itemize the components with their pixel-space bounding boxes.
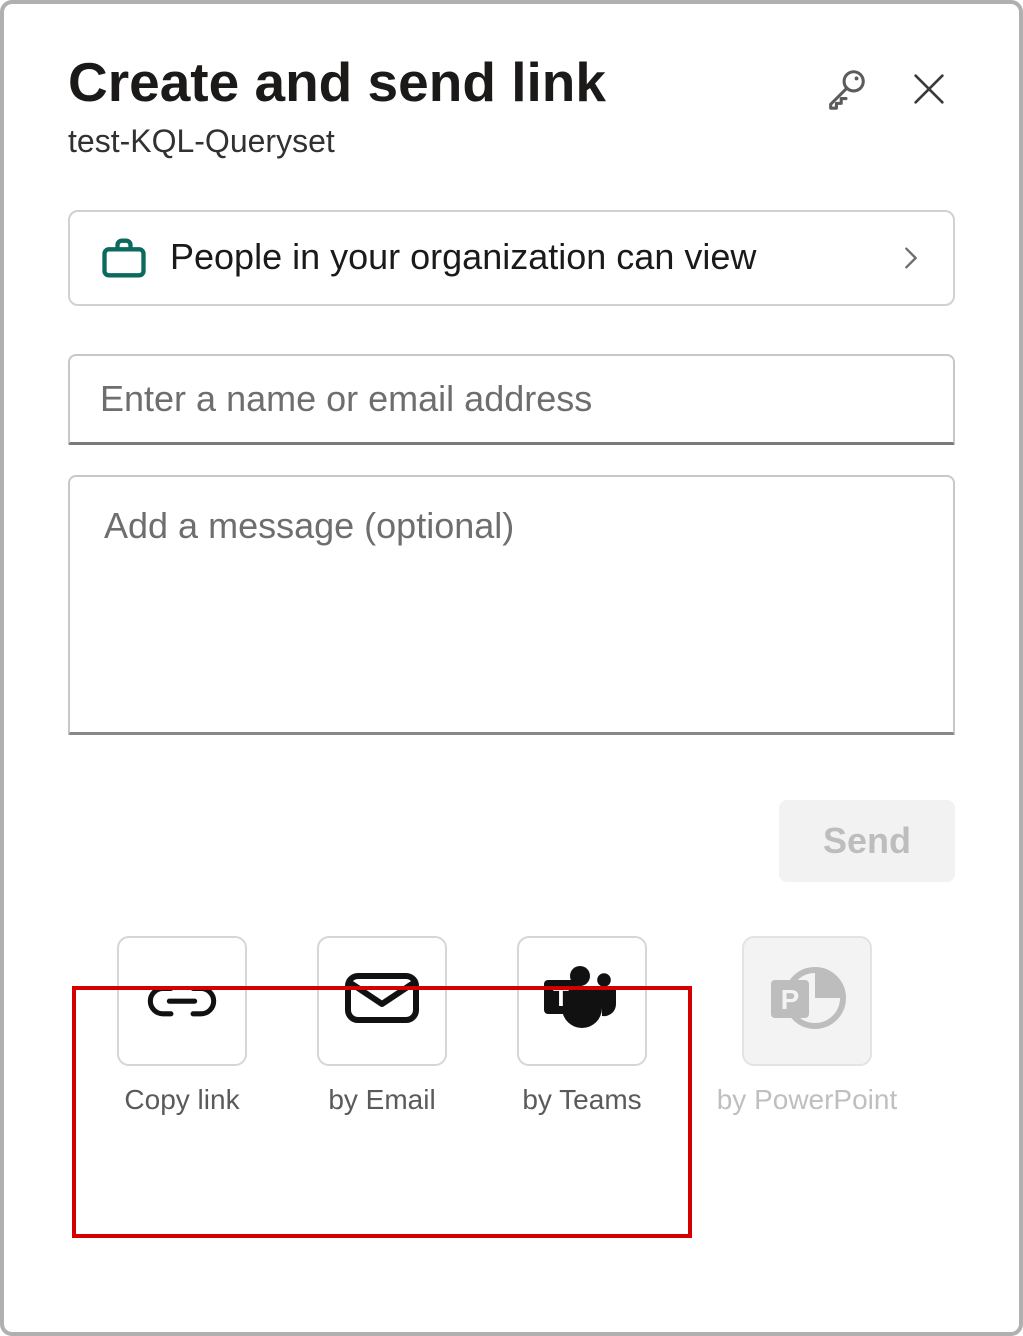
by-teams-label: by Teams: [522, 1084, 641, 1116]
share-options-row: Copy link by Email T by Teams P: [68, 936, 955, 1116]
by-powerpoint-button[interactable]: P: [742, 936, 872, 1066]
by-teams-option: T by Teams: [512, 936, 652, 1116]
teams-icon: T: [538, 962, 626, 1039]
dialog-header: Create and send link test-KQL-Queryset: [68, 52, 955, 160]
share-dialog: Create and send link test-KQL-Queryset P…: [0, 0, 1023, 1336]
briefcase-icon: [98, 232, 170, 284]
mail-icon: [342, 968, 422, 1033]
key-icon: [823, 66, 869, 112]
message-textarea[interactable]: [68, 475, 955, 735]
link-icon: [144, 974, 220, 1027]
by-email-button[interactable]: [317, 936, 447, 1066]
close-button[interactable]: [909, 69, 949, 109]
copy-link-label: Copy link: [124, 1084, 239, 1116]
permission-settings-row[interactable]: People in your organization can view: [68, 210, 955, 306]
send-button[interactable]: Send: [779, 800, 955, 882]
header-actions: [823, 66, 949, 112]
header-text-block: Create and send link test-KQL-Queryset: [68, 52, 823, 160]
item-name: test-KQL-Queryset: [68, 123, 823, 160]
key-button[interactable]: [823, 66, 869, 112]
by-email-option: by Email: [312, 936, 452, 1116]
copy-link-button[interactable]: [117, 936, 247, 1066]
by-teams-button[interactable]: T: [517, 936, 647, 1066]
by-email-label: by Email: [328, 1084, 435, 1116]
send-row: Send: [68, 800, 955, 882]
dialog-title: Create and send link: [68, 52, 823, 113]
recipient-input[interactable]: [68, 354, 955, 445]
permission-description: People in your organization can view: [170, 233, 897, 282]
by-powerpoint-option: P by PowerPoint: [712, 936, 902, 1116]
svg-text:T: T: [553, 982, 569, 1012]
chevron-right-icon: [897, 238, 925, 278]
copy-link-option: Copy link: [112, 936, 252, 1116]
close-icon: [909, 69, 949, 109]
by-powerpoint-label: by PowerPoint: [717, 1084, 898, 1116]
powerpoint-icon: P: [763, 962, 851, 1039]
svg-text:P: P: [781, 984, 800, 1015]
